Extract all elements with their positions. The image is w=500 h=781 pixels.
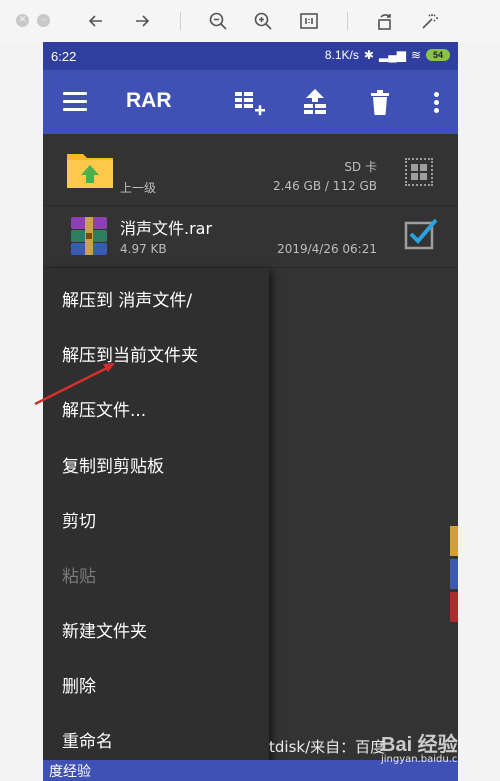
menu-item-copy-to-clipboard[interactable]: 复制到剪贴板 <box>62 452 164 477</box>
background-strip <box>450 559 458 589</box>
close-window-icon[interactable]: ✕ <box>16 14 29 27</box>
select-all-icon[interactable] <box>405 158 433 186</box>
hamburger-menu-icon[interactable] <box>63 92 87 112</box>
actual-size-icon[interactable] <box>297 9 321 33</box>
status-indicators: 8.1K/s ✱ ▂▄▆ ≋ 54 <box>325 48 450 62</box>
minimize-window-icon[interactable]: – <box>37 14 50 27</box>
back-icon[interactable] <box>84 9 108 33</box>
menu-item-rename[interactable]: 重命名 <box>62 727 113 752</box>
app-title: RAR <box>126 89 172 112</box>
file-name: 消声文件.rar <box>120 219 213 238</box>
status-bar: 6:22 8.1K/s ✱ ▂▄▆ ≋ 54 <box>43 42 458 70</box>
baidu-logo: Bai 经验 <box>381 734 458 756</box>
checkbox-checked-icon[interactable] <box>404 218 438 250</box>
menu-item-paste: 粘贴 <box>62 567 96 587</box>
image-viewer-toolbar: ✕ – <box>0 0 500 42</box>
watermark-text: tdisk/来自：百度 <box>269 738 386 756</box>
menu-item-cut[interactable]: 剪切 <box>62 507 96 532</box>
context-menu: 解压到 消声文件/ 解压到当前文件夹 解压文件... 复制到剪贴板 剪切 粘贴 … <box>43 268 269 780</box>
bluetooth-icon: ✱ <box>363 48 374 62</box>
menu-item-extract-to-folder[interactable]: 解压到 消声文件/ <box>62 286 192 311</box>
extract-icon[interactable] <box>299 87 331 119</box>
menu-item-new-folder[interactable]: 新建文件夹 <box>62 617 147 642</box>
file-size: 4.97 KB <box>120 242 167 256</box>
app-bar: RAR <box>43 70 458 134</box>
rar-archive-icon <box>71 217 107 255</box>
folder-up-icon <box>67 154 113 188</box>
storage-size: 2.46 GB / 112 GB <box>273 179 377 193</box>
battery-icon: 54 <box>426 49 450 61</box>
zoom-in-icon[interactable] <box>251 9 275 33</box>
rotate-icon[interactable] <box>373 9 397 33</box>
toolbar-divider <box>347 12 348 30</box>
zoom-out-icon[interactable] <box>206 9 230 33</box>
more-icon[interactable] <box>434 92 440 116</box>
signal-icon: ▂▄▆ <box>378 48 406 62</box>
background-strip <box>450 592 458 622</box>
parent-folder-label: 上一级 <box>120 181 157 195</box>
status-time: 6:22 <box>51 49 77 64</box>
delete-icon[interactable] <box>364 87 396 119</box>
annotation-arrow-icon <box>34 363 115 406</box>
baidu-url: jingyan.baidu.com <box>381 754 458 765</box>
phone-screen: 6:22 8.1K/s ✱ ▂▄▆ ≋ 54 RAR 上一级 SD 卡 2.46… <box>43 42 458 781</box>
background-strip <box>450 526 458 556</box>
wifi-icon: ≋ <box>410 48 421 62</box>
toolbar-divider <box>180 12 181 30</box>
parent-folder-row[interactable]: 上一级 SD 卡 2.46 GB / 112 GB <box>43 134 458 206</box>
magic-wand-icon[interactable] <box>418 9 442 33</box>
storage-name: SD 卡 <box>344 160 377 174</box>
menu-item-delete[interactable]: 删除 <box>62 672 96 697</box>
add-to-archive-icon[interactable] <box>233 87 265 119</box>
bottom-watermark-text: 度经验 <box>49 764 91 780</box>
file-date: 2019/4/26 06:21 <box>277 242 377 256</box>
file-row[interactable]: 消声文件.rar 4.97 KB 2019/4/26 06:21 <box>43 206 458 268</box>
forward-icon[interactable] <box>130 9 154 33</box>
network-speed: 8.1K/s <box>324 48 359 62</box>
